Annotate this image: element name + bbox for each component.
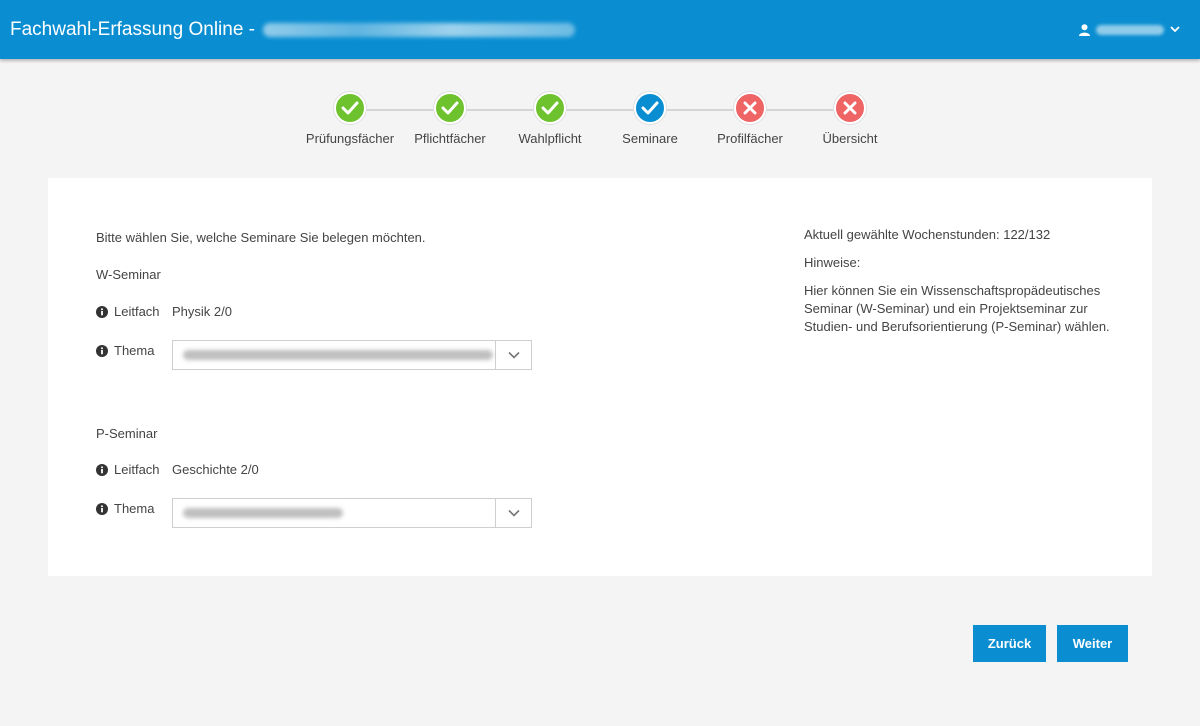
w-seminar-thema-select[interactable]: [172, 340, 532, 370]
step-pruefungsfaecher[interactable]: Prüfungsfächer: [300, 92, 400, 146]
step-pflichtfaecher[interactable]: Pflichtfächer: [400, 92, 500, 146]
info-icon[interactable]: [96, 463, 108, 476]
chevron-down-icon: [507, 346, 520, 364]
intro-text: Bitte wählen Sie, welche Seminare Sie be…: [96, 230, 426, 245]
selected-thema-redacted: [183, 350, 493, 360]
user-icon: [1079, 23, 1090, 36]
info-panel: Aktuell gewählte Wochenstunden: 122/132 …: [804, 226, 1124, 346]
selected-thema-redacted: [183, 508, 343, 518]
p-seminar-leitfach-value: Geschichte 2/0: [172, 462, 259, 477]
dropdown-toggle[interactable]: [495, 341, 531, 369]
thema-label: Thema: [114, 501, 155, 516]
step-profilfaecher[interactable]: Profilfächer: [700, 92, 800, 146]
w-seminar-title: W-Seminar: [96, 267, 161, 282]
info-icon[interactable]: [96, 502, 108, 515]
check-icon: [634, 92, 666, 124]
chevron-down-icon: [507, 504, 520, 522]
w-seminar-leitfach-value: Physik 2/0: [172, 304, 232, 319]
hints-text: Hier können Sie ein Wissenschaftspropäde…: [804, 283, 1110, 334]
chevron-down-icon: [1170, 26, 1180, 33]
step-label: Prüfungsfächer: [305, 131, 395, 146]
step-seminare[interactable]: Seminare: [600, 92, 700, 146]
thema-label: Thema: [114, 343, 155, 358]
user-menu[interactable]: [1079, 23, 1190, 36]
w-seminar-leitfach-row: Leitfach Physik 2/0: [96, 304, 232, 319]
close-icon: [734, 92, 766, 124]
school-name-redacted: [263, 22, 575, 37]
app-title-text: Fachwahl-Erfassung Online -: [10, 18, 255, 40]
step-label: Profilfächer: [717, 131, 783, 146]
leitfach-label: Leitfach: [114, 462, 160, 477]
check-icon: [434, 92, 466, 124]
app-title: Fachwahl-Erfassung Online -: [10, 19, 575, 41]
weekly-hours: Aktuell gewählte Wochenstunden: 122/132: [804, 227, 1051, 242]
user-name-redacted: [1096, 24, 1164, 35]
leitfach-label: Leitfach: [114, 304, 160, 319]
back-button[interactable]: Zurück: [973, 625, 1046, 662]
step-label: Wahlpflicht: [518, 131, 582, 146]
step-label: Pflichtfächer: [414, 131, 486, 146]
dropdown-toggle[interactable]: [495, 499, 531, 527]
hints-title: Hinweise:: [804, 255, 861, 270]
w-seminar-thema-row: Thema: [96, 343, 172, 358]
step-wahlpflicht[interactable]: Wahlpflicht: [500, 92, 600, 146]
info-icon[interactable]: [96, 344, 108, 357]
step-label: Übersicht: [822, 131, 878, 146]
p-seminar-thema-select[interactable]: [172, 498, 532, 528]
progress-stepper: Prüfungsfächer Pflichtfächer Wahlpflicht…: [300, 92, 900, 152]
check-icon: [534, 92, 566, 124]
close-icon: [834, 92, 866, 124]
info-icon[interactable]: [96, 305, 108, 318]
step-label: Seminare: [622, 131, 678, 146]
seminar-form-card: Bitte wählen Sie, welche Seminare Sie be…: [48, 178, 1152, 576]
p-seminar-title: P-Seminar: [96, 426, 158, 441]
top-bar: Fachwahl-Erfassung Online -: [0, 0, 1200, 59]
step-uebersicht[interactable]: Übersicht: [800, 92, 900, 146]
p-seminar-thema-row: Thema: [96, 501, 172, 516]
p-seminar-leitfach-row: Leitfach Geschichte 2/0: [96, 462, 259, 477]
next-button[interactable]: Weiter: [1057, 625, 1128, 662]
check-icon: [334, 92, 366, 124]
